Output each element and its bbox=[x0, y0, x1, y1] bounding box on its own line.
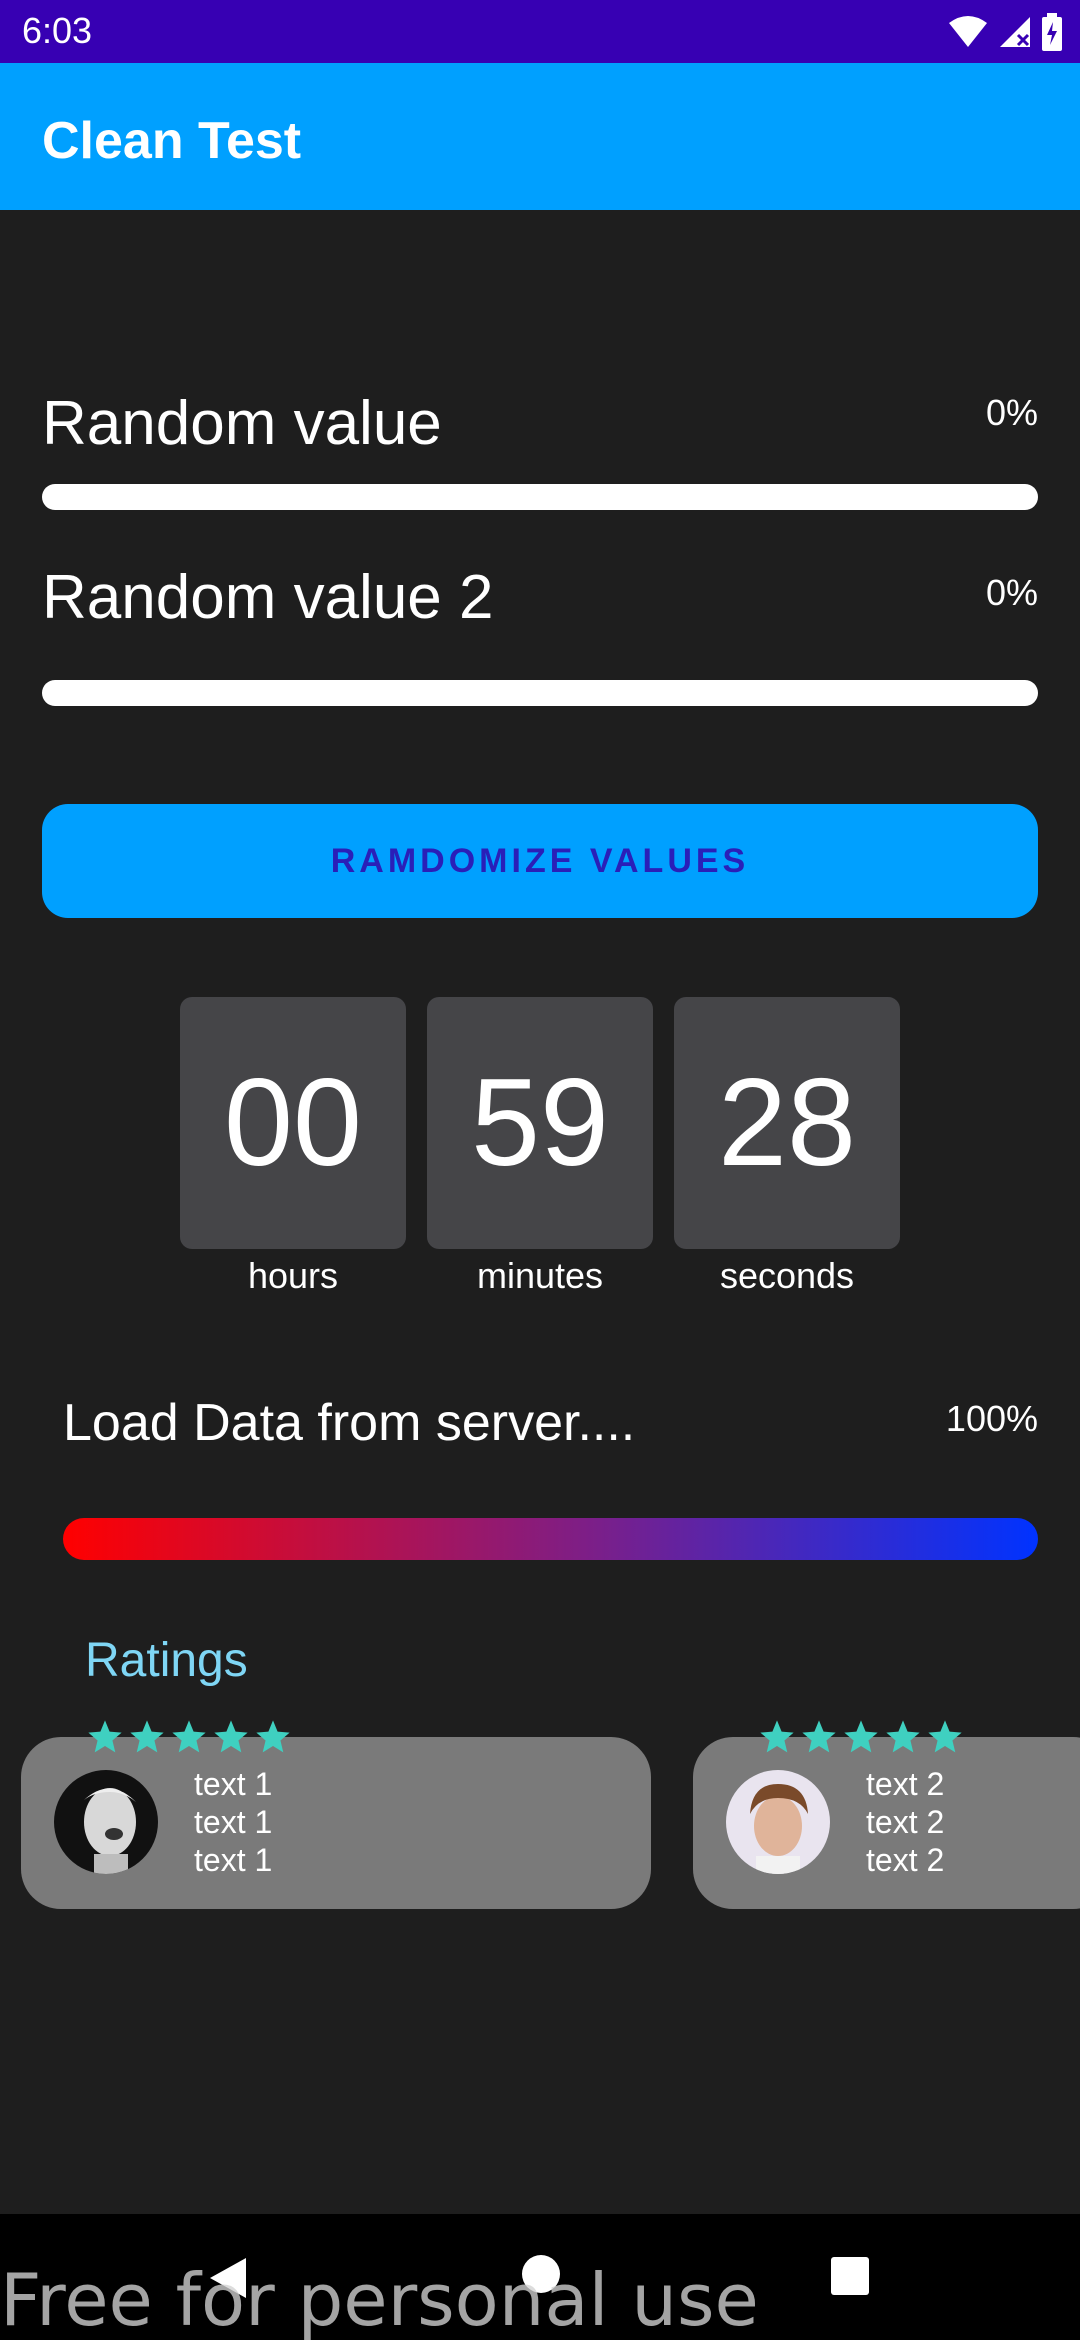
young-man-avatar bbox=[726, 1770, 830, 1874]
load-data-label: Load Data from server.... bbox=[63, 1394, 636, 1452]
random-value-progress-bar bbox=[42, 484, 1038, 510]
star-icon bbox=[214, 1720, 248, 1753]
seconds-label: seconds bbox=[719, 1255, 855, 1296]
rating-card-2[interactable]: text 2 text 2 text 2 bbox=[693, 1737, 1080, 1909]
rating-card-2-line: text 2 bbox=[866, 1804, 945, 1840]
rating-card-1-text: text 1 text 1 text 1 bbox=[194, 1765, 272, 1879]
load-data-progress-fill bbox=[63, 1518, 1038, 1560]
rating-card-2-line: text 2 bbox=[866, 1766, 945, 1802]
ratings-title: Ratings bbox=[85, 1634, 248, 1687]
random-value-2-percent: 0% bbox=[985, 572, 1038, 613]
random-value-2-label: Random value 2 bbox=[42, 563, 494, 632]
signal-icon bbox=[998, 15, 1032, 49]
star-icon bbox=[928, 1720, 962, 1753]
randomize-values-button[interactable]: RAMDOMIZE VALUES bbox=[42, 804, 1038, 918]
star-icon bbox=[130, 1720, 164, 1753]
load-data-progress-bar bbox=[63, 1518, 1038, 1560]
minutes-label: minutes bbox=[476, 1255, 604, 1296]
rating-card-1-line: text 1 bbox=[194, 1842, 273, 1878]
star-icon bbox=[760, 1720, 794, 1753]
rating-card-1-line: text 1 bbox=[194, 1804, 273, 1840]
rating-card-2-stars bbox=[758, 1718, 964, 1756]
hours-label: hours bbox=[247, 1255, 339, 1296]
random-value-percent: 0% bbox=[985, 392, 1038, 433]
rating-card-1-line: text 1 bbox=[194, 1766, 273, 1802]
woman-laughing-avatar bbox=[54, 1770, 158, 1874]
star-icon bbox=[844, 1720, 878, 1753]
app-bar: Clean Test bbox=[0, 63, 1080, 210]
rating-card-1[interactable]: text 1 text 1 text 1 bbox=[21, 1737, 651, 1909]
random-value-2-progress-bar bbox=[42, 680, 1038, 706]
random-value-label: Random value bbox=[42, 389, 442, 458]
wifi-icon bbox=[948, 15, 988, 49]
countdown-hours: 00 bbox=[180, 997, 406, 1249]
rating-card-2-line: text 2 bbox=[866, 1842, 945, 1878]
star-icon bbox=[886, 1720, 920, 1753]
battery-icon bbox=[1042, 13, 1062, 51]
app-title: Clean Test bbox=[42, 112, 302, 170]
recents-icon[interactable] bbox=[830, 2256, 870, 2301]
status-icons bbox=[948, 12, 1062, 52]
star-icon bbox=[802, 1720, 836, 1753]
rating-card-1-stars bbox=[86, 1718, 292, 1756]
status-time: 6:03 bbox=[22, 10, 93, 51]
load-data-percent: 100% bbox=[945, 1398, 1038, 1439]
status-bar: 6:03 bbox=[0, 0, 1080, 63]
star-icon bbox=[88, 1720, 122, 1753]
app-screen: 6:03 Clean Test Random value 0% Random v… bbox=[0, 0, 1080, 2340]
star-icon bbox=[256, 1720, 290, 1753]
watermark-text: Free for personal use bbox=[0, 2258, 759, 2340]
star-icon bbox=[172, 1720, 206, 1753]
rating-card-2-text: text 2 text 2 text 2 bbox=[866, 1765, 944, 1879]
countdown-seconds: 28 bbox=[674, 997, 900, 1249]
countdown-minutes: 59 bbox=[427, 997, 653, 1249]
